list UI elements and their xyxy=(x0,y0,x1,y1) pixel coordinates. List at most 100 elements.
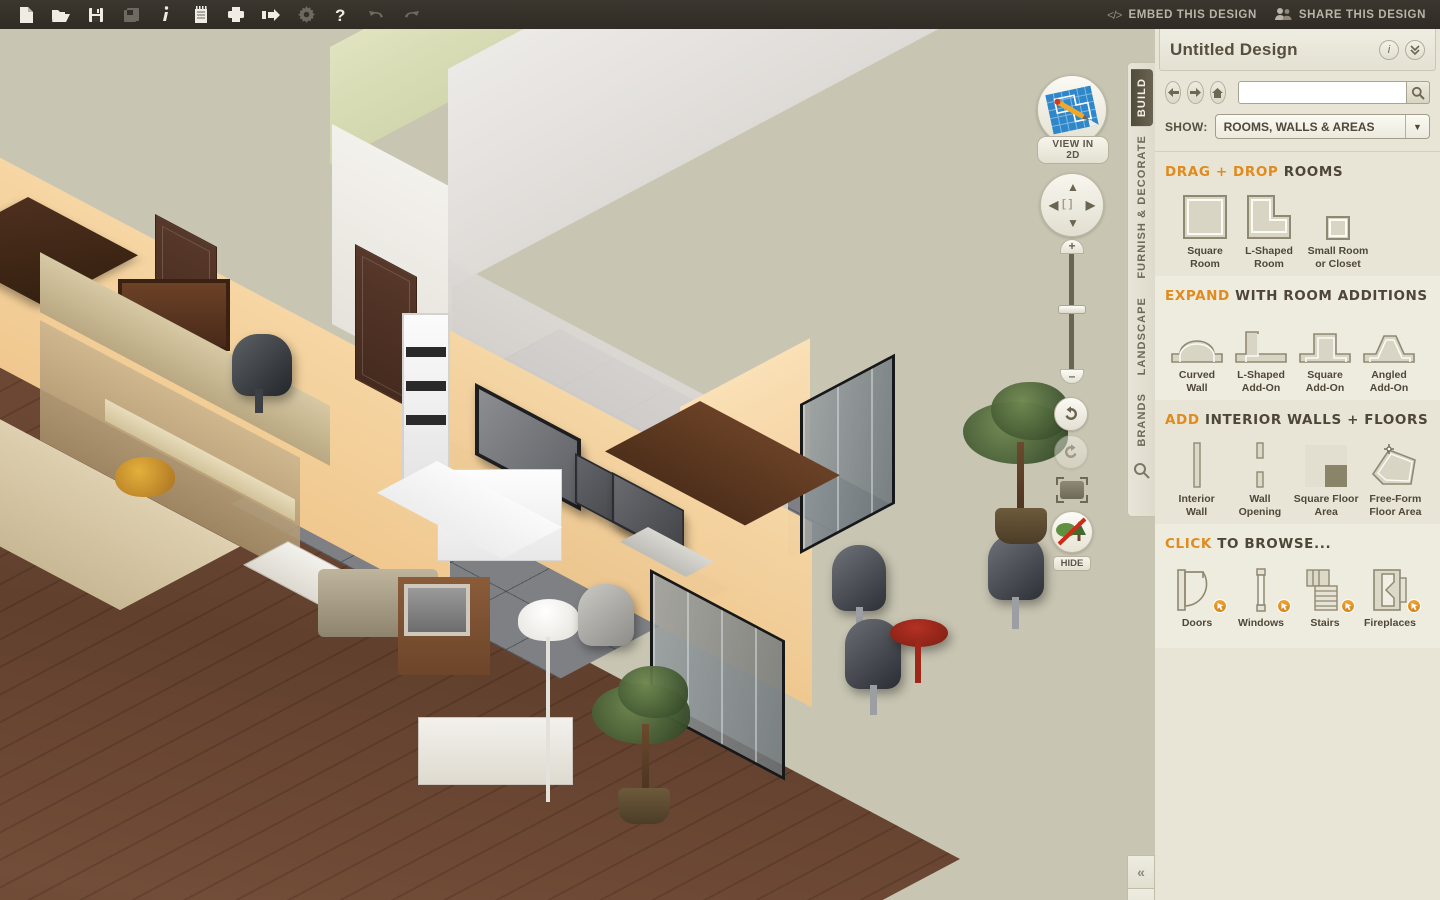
floor-lamp-pole xyxy=(546,637,550,802)
item-square-room[interactable]: Square Room xyxy=(1173,190,1237,270)
fit-to-screen-button[interactable] xyxy=(1056,477,1088,503)
item-stairs[interactable]: Stairs xyxy=(1293,562,1357,630)
rotate-right-button[interactable] xyxy=(1054,435,1088,469)
sliding-glass-door-back[interactable] xyxy=(800,353,895,554)
vtab-brands[interactable]: BRANDS xyxy=(1131,384,1153,456)
item-small-room-closet[interactable]: Small Room or Closet xyxy=(1301,190,1375,270)
windows-badge-icon xyxy=(1277,599,1291,613)
item-label-line2: Room xyxy=(1190,257,1220,270)
item-label-line1: L-Shaped xyxy=(1245,245,1293,257)
save-as-icon[interactable] xyxy=(115,1,147,28)
vtab-search-icon[interactable] xyxy=(1133,462,1150,484)
notes-icon[interactable] xyxy=(185,1,217,28)
new-document-icon[interactable] xyxy=(10,1,42,28)
wall-right-grey xyxy=(448,29,1008,289)
expand-panel-button[interactable]: » xyxy=(1127,889,1155,900)
floor-lamp-shade[interactable] xyxy=(518,599,580,641)
panel-collapse-icon[interactable] xyxy=(1405,39,1425,60)
item-doors[interactable]: Doors xyxy=(1165,562,1229,630)
item-label-line1: Angled xyxy=(1371,369,1407,381)
office-chair[interactable] xyxy=(232,334,292,396)
pan-left-button[interactable]: ◀ xyxy=(1049,199,1058,211)
search-submit-icon[interactable] xyxy=(1405,81,1430,104)
zoom-slider-handle[interactable] xyxy=(1058,305,1086,314)
show-label: SHOW: xyxy=(1165,119,1208,134)
item-angled-addon[interactable]: Angled Add-On xyxy=(1357,314,1421,394)
help-icon[interactable]: ? xyxy=(325,1,357,28)
small-room-icon xyxy=(1301,190,1375,240)
section-title-highlight: ADD xyxy=(1165,412,1200,428)
people-icon xyxy=(1274,7,1292,23)
nav-forward-button[interactable] xyxy=(1187,81,1204,104)
free-form-floor-area-icon xyxy=(1361,438,1430,488)
info-icon[interactable] xyxy=(150,1,182,28)
collapse-panel-button[interactable]: « xyxy=(1127,855,1155,889)
zoom-out-button[interactable]: – xyxy=(1060,369,1084,384)
nav-back-button[interactable] xyxy=(1165,81,1182,104)
show-dropdown[interactable]: ROOMS, WALLS & AREAS ▼ xyxy=(1214,114,1430,139)
panel-info-icon[interactable]: i xyxy=(1379,39,1399,60)
section-interior-walls-floors: ADD INTERIOR WALLS + FLOORS Interior Wal… xyxy=(1155,400,1440,524)
panel-search-input[interactable] xyxy=(1238,83,1406,102)
console-tv[interactable] xyxy=(404,584,470,636)
item-label-line1: Doors xyxy=(1181,617,1213,629)
main-toolbar: ? </> EMBED THIS DESIGN SHARE THIS DESIG… xyxy=(0,0,1440,29)
panel-header: Untitled Design i xyxy=(1159,29,1436,71)
section-title-rest: INTERIOR WALLS + FLOORS xyxy=(1199,412,1429,428)
undo-icon[interactable] xyxy=(360,1,392,28)
item-label-line2: Opening xyxy=(1238,505,1282,518)
pan-control-pad[interactable]: ▲ ▼ ◀ ▶ [ ] xyxy=(1040,173,1104,237)
pan-center-button[interactable]: [ ] xyxy=(1062,199,1072,210)
item-interior-wall[interactable]: Interior Wall xyxy=(1165,438,1228,518)
item-windows[interactable]: Windows xyxy=(1229,562,1293,630)
print-icon[interactable] xyxy=(220,1,252,28)
pan-right-button[interactable]: ▶ xyxy=(1086,199,1095,211)
export-icon[interactable] xyxy=(255,1,287,28)
panel-collapse-controls: « » xyxy=(1127,855,1155,900)
share-design-button[interactable]: SHARE THIS DESIGN xyxy=(1274,7,1426,23)
interior-wall-icon xyxy=(1165,438,1228,488)
chevron-down-icon[interactable]: ▼ xyxy=(1405,115,1429,138)
item-square-floor-area[interactable]: Square Floor Area xyxy=(1292,438,1361,518)
rotate-left-button[interactable] xyxy=(1054,397,1088,431)
curved-wall-icon xyxy=(1165,314,1229,364)
vtab-build[interactable]: BUILD xyxy=(1130,69,1153,127)
panel-info-glyph: i xyxy=(1387,43,1391,56)
zoom-slider[interactable]: + – xyxy=(1056,239,1088,384)
item-curved-wall[interactable]: Curved Wall xyxy=(1165,314,1229,394)
item-label-line2: Add-On xyxy=(1369,381,1409,394)
design-canvas[interactable]: VIEW IN 2D ▲ ▼ ◀ ▶ [ ] + – HIDE « xyxy=(0,29,1155,900)
build-panel: Untitled Design i SHOW: ROOMS, WALLS & A… xyxy=(1155,29,1440,900)
section-title-additions: EXPAND WITH ROOM ADDITIONS xyxy=(1165,288,1430,304)
view-in-2d-label: VIEW IN 2D xyxy=(1037,136,1109,164)
item-square-addon[interactable]: Square Add-On xyxy=(1293,314,1357,394)
view-in-2d-button[interactable]: VIEW IN 2D xyxy=(1037,75,1109,164)
settings-gear-icon[interactable] xyxy=(290,1,322,28)
hide-objects-button[interactable]: HIDE xyxy=(1051,511,1093,571)
open-folder-icon[interactable] xyxy=(45,1,77,28)
patio-chair-back[interactable] xyxy=(832,545,886,611)
vtab-landscape[interactable]: LANDSCAPE xyxy=(1131,288,1153,384)
panel-search-box[interactable] xyxy=(1237,81,1430,104)
item-fireplaces[interactable]: Fireplaces xyxy=(1357,562,1423,630)
pan-up-button[interactable]: ▲ xyxy=(1067,181,1079,193)
embed-design-button[interactable]: </> EMBED THIS DESIGN xyxy=(1107,8,1257,22)
fruit-bowl[interactable] xyxy=(115,457,175,497)
windows-icon xyxy=(1229,562,1293,613)
angled-addon-icon xyxy=(1357,314,1421,364)
item-free-form-floor-area[interactable]: Free-Form Floor Area xyxy=(1361,438,1430,518)
pan-down-button[interactable]: ▼ xyxy=(1067,217,1079,229)
save-icon[interactable] xyxy=(80,1,112,28)
item-l-shaped-room[interactable]: L-Shaped Room xyxy=(1237,190,1301,270)
interior-items: Interior Wall Wall Opening Square Floor … xyxy=(1165,438,1430,518)
item-wall-opening[interactable]: Wall Opening xyxy=(1228,438,1291,518)
item-l-shaped-addon[interactable]: L-Shaped Add-On xyxy=(1229,314,1293,394)
nav-home-button[interactable] xyxy=(1209,81,1226,104)
vtab-furnish-decorate[interactable]: FURNISH & DECORATE xyxy=(1131,126,1153,288)
lounge-chair-left[interactable] xyxy=(578,584,634,646)
shelving-unit[interactable] xyxy=(402,313,450,488)
stairs-badge-icon xyxy=(1341,599,1355,613)
zoom-in-button[interactable]: + xyxy=(1060,239,1084,254)
redo-icon[interactable] xyxy=(395,1,427,28)
item-label-line1: Small Room xyxy=(1307,245,1369,257)
